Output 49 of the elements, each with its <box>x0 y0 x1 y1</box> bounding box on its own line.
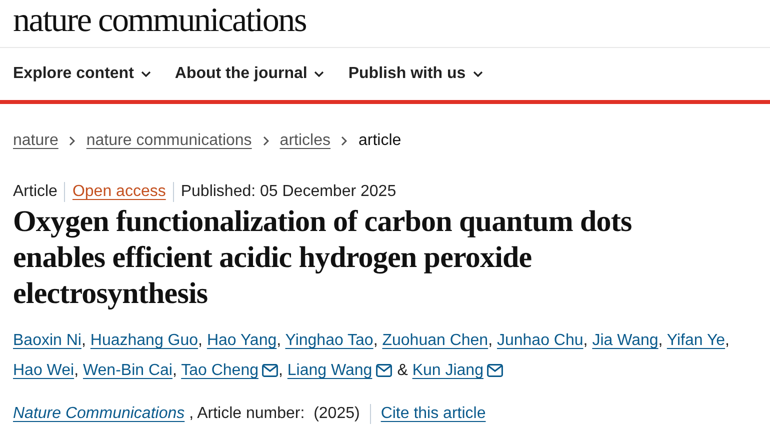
separator: , <box>198 332 202 349</box>
separator: , <box>488 332 493 349</box>
envelope-icon[interactable] <box>376 364 392 377</box>
separator: , <box>276 332 282 349</box>
envelope-icon[interactable] <box>487 364 504 377</box>
chevron-down-icon <box>472 71 483 77</box>
journal-link[interactable]: Nature Communications <box>13 405 185 423</box>
breadcrumb-link[interactable]: nature <box>13 132 58 150</box>
author-link[interactable]: Baoxin Ni <box>13 332 82 349</box>
nav-menu-button[interactable]: Explore content <box>13 65 151 83</box>
separator: , <box>583 332 588 349</box>
author-link[interactable]: Yifan Ye <box>666 332 726 349</box>
separator: , <box>74 362 79 379</box>
chevron-right-icon <box>262 136 269 146</box>
author-link[interactable]: Junhao Chu <box>496 332 584 349</box>
author-link[interactable]: Hao Wei <box>13 362 74 379</box>
nav-menu-button[interactable]: Publish with us <box>348 65 483 83</box>
separator: , <box>725 332 730 349</box>
chevron-right-icon <box>69 136 76 146</box>
published-date: Published: 05 December 2025 <box>180 183 396 201</box>
breadcrumb-current: article <box>358 132 402 150</box>
separator: , <box>373 332 378 349</box>
author-link[interactable]: Liang Wang <box>287 362 372 379</box>
separator: , <box>278 362 283 379</box>
author-link[interactable]: Wen-Bin Cai <box>82 362 172 379</box>
author-link[interactable]: Hao Yang <box>206 332 277 349</box>
chevron-right-icon <box>341 136 348 146</box>
separator: , <box>658 332 663 349</box>
author-link[interactable]: Kun Jiang <box>412 362 484 379</box>
author-link[interactable]: Huazhang Guo <box>90 332 198 349</box>
separator: & <box>397 362 408 379</box>
breadcrumb-link[interactable]: nature communications <box>86 132 252 150</box>
article-title: Oxygen functionalization of carbon quantum dots enables efficient acidic hydrogen peroxide electrosynthesis <box>13 204 633 312</box>
author-link[interactable]: Tao Cheng <box>181 362 258 379</box>
cite-link[interactable]: Cite this article <box>380 405 486 423</box>
separator: , <box>172 362 177 379</box>
chevron-down-icon <box>140 71 151 77</box>
site-logo[interactable]: nature communications <box>0 0 770 48</box>
author-link[interactable]: Jia Wang <box>592 332 658 349</box>
nav-menu-button[interactable]: About the journal <box>174 65 324 83</box>
breadcrumb-link[interactable]: articles <box>280 132 330 150</box>
chevron-down-icon <box>314 71 324 77</box>
article-type: Article <box>13 183 58 201</box>
article-number: , Article number: (2025) <box>188 405 360 423</box>
separator: , <box>81 332 86 349</box>
author-link[interactable]: Zuohuan Chen <box>382 332 488 349</box>
envelope-icon[interactable] <box>262 364 278 377</box>
author-link[interactable]: Yinghao Tao <box>285 332 374 349</box>
open-access-link[interactable]: Open access <box>72 183 166 201</box>
